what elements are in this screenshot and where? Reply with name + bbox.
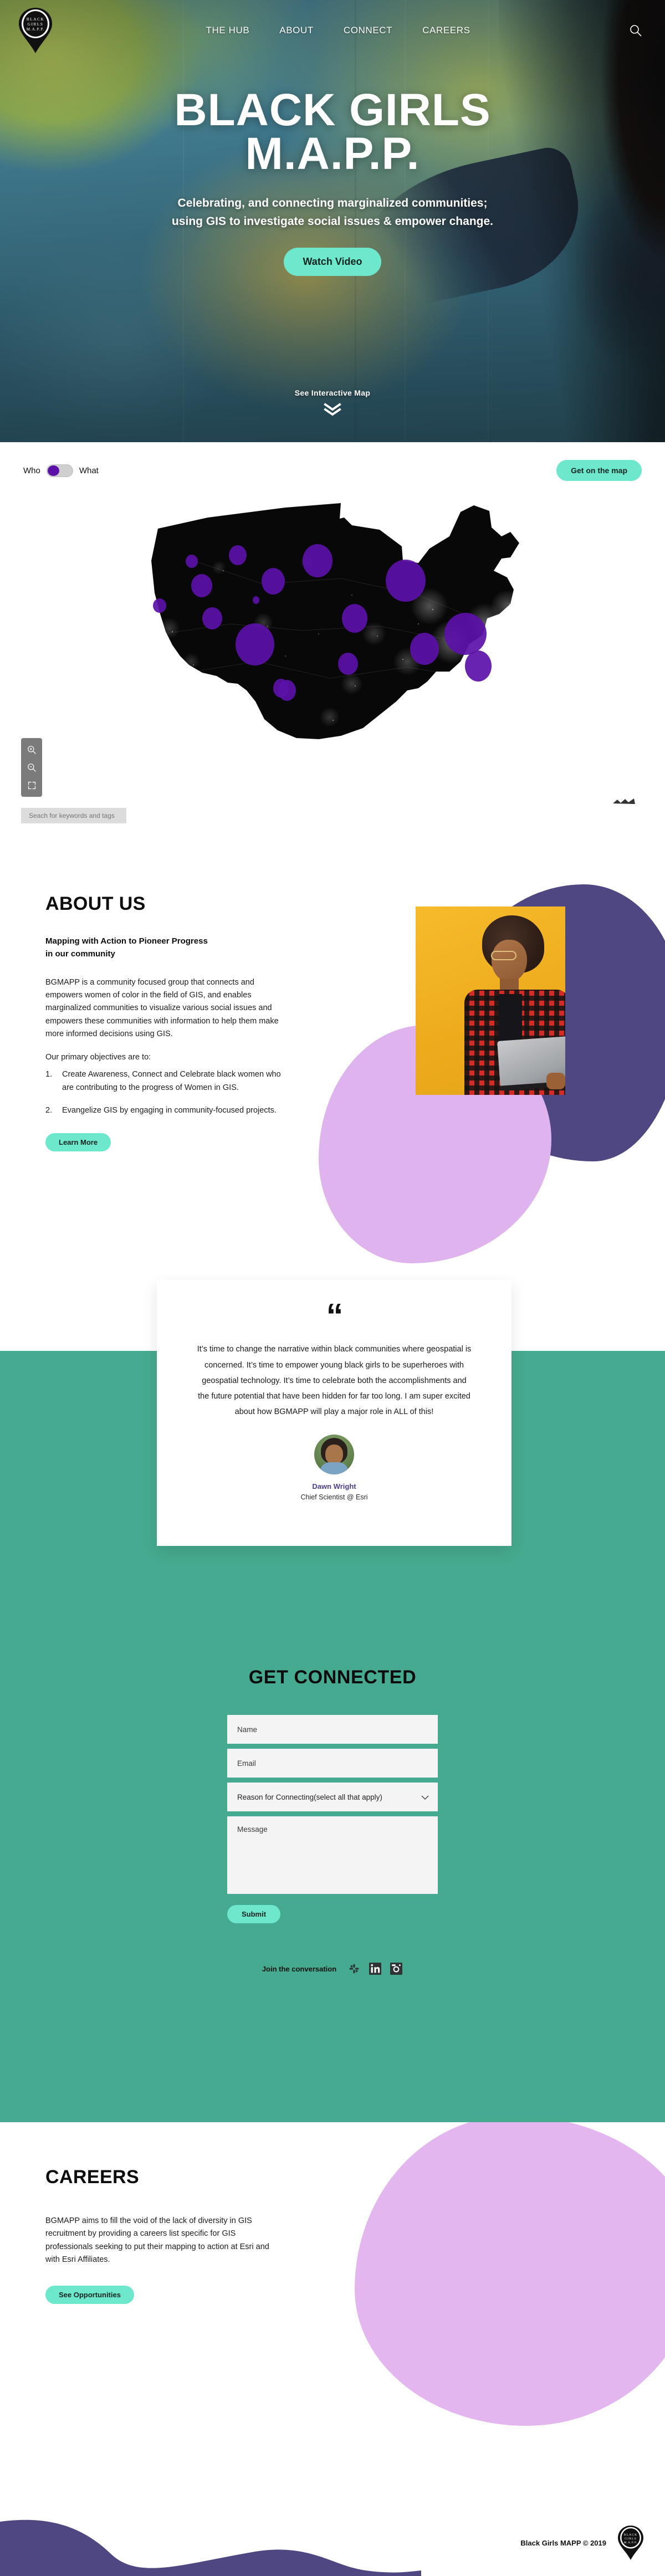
objective-number: 1. xyxy=(45,1070,53,1079)
site-footer: Black Girls MAPP © 2019 BLACK GIRLS M.A.… xyxy=(0,2471,665,2576)
hero-subtitle-line-2: using GIS to investigate social issues &… xyxy=(171,214,493,228)
footer-logo[interactable]: BLACK GIRLS M.A.P.P. xyxy=(616,2525,645,2560)
nav-item-about[interactable]: ABOUT xyxy=(279,25,314,36)
list-item: 1. Create Awareness, Connect and Celebra… xyxy=(45,1068,289,1094)
site-logo[interactable]: BLACK GIRLS M.A.P.P. xyxy=(17,7,54,54)
instagram-icon[interactable] xyxy=(390,1962,403,1975)
linkedin-icon[interactable] xyxy=(369,1962,382,1975)
objective-text: Create Awareness, Connect and Celebrate … xyxy=(62,1070,281,1092)
toggle-label-who: Who xyxy=(23,465,40,475)
reason-select[interactable]: Reason for Connecting (select all that a… xyxy=(227,1783,438,1811)
about-paragraph: BGMAPP is a community focused group that… xyxy=(45,977,279,1039)
slack-icon[interactable] xyxy=(347,1962,361,1975)
testimonial-card: “ It’s time to change the narrative with… xyxy=(157,1280,511,1546)
decorative-dark-purple-wave xyxy=(0,2519,421,2576)
about-tagline-line-2: in our community xyxy=(45,949,115,959)
see-opportunities-button[interactable]: See Opportunities xyxy=(45,2285,134,2304)
get-on-the-map-button[interactable]: Get on the map xyxy=(556,460,642,481)
about-body: BGMAPP is a community focused group that… xyxy=(45,976,289,1118)
hero-section: BLACK GIRLS M.A.P.P. THE HUB ABOUT CONNE… xyxy=(0,0,665,442)
careers-body: BGMAPP aims to fill the void of the lack… xyxy=(45,2216,269,2265)
about-tagline-line-1: Mapping with Action to Pioneer Progress xyxy=(45,936,208,946)
map-controls xyxy=(21,738,42,797)
main-navigation: BLACK GIRLS M.A.P.P. THE HUB ABOUT CONNE… xyxy=(0,0,665,61)
testimonial-section: “ It’s time to change the narrative with… xyxy=(0,1280,665,1635)
connect-heading: GET CONNECTED xyxy=(248,1667,417,1688)
name-input[interactable] xyxy=(227,1715,438,1744)
about-objectives-intro: Our primary objectives are to: xyxy=(45,1052,151,1062)
chevron-down-icon[interactable] xyxy=(421,1794,429,1802)
see-interactive-map-link[interactable]: See Interactive Map xyxy=(0,388,665,397)
careers-content: CAREERS BGMAPP aims to fill the void of … xyxy=(45,2167,284,2304)
nav-item-careers[interactable]: CAREERS xyxy=(422,25,470,36)
about-heading: ABOUT US xyxy=(45,893,146,914)
quote-mark-icon: “ xyxy=(326,1297,344,1335)
map-canvas[interactable] xyxy=(0,495,665,761)
who-what-toggle[interactable]: Who What xyxy=(23,464,99,477)
social-label: Join the conversation xyxy=(262,1964,337,1973)
message-textarea[interactable] xyxy=(227,1816,438,1894)
hero-title-line-1: BLACK GIRLS xyxy=(174,85,491,135)
svg-text:M.A.P.P.: M.A.P.P. xyxy=(27,27,45,32)
footer-brand: Black Girls MAPP © 2019 BLACK GIRLS M.A.… xyxy=(520,2525,645,2560)
who-what-switch[interactable] xyxy=(46,464,73,477)
connect-form: Reason for Connecting (select all that a… xyxy=(227,1715,438,1923)
search-icon[interactable] xyxy=(630,24,642,37)
interactive-map-section: Who What Get on the map xyxy=(0,442,665,859)
toggle-knob xyxy=(47,465,59,476)
list-item: 2. Evangelize GIS by engaging in communi… xyxy=(45,1104,289,1117)
hero-title-line-2: M.A.P.P. xyxy=(245,128,420,179)
testimonial-text: It’s time to change the narrative within… xyxy=(197,1345,472,1417)
toggle-label-what: What xyxy=(79,465,99,475)
svg-text:GIRLS: GIRLS xyxy=(28,22,44,27)
testimonial-author-name[interactable]: Dawn Wright xyxy=(196,1482,473,1491)
nav-item-connect[interactable]: CONNECT xyxy=(344,25,392,36)
us-nightlights-map xyxy=(151,503,519,739)
map-attribution-mark xyxy=(612,797,636,806)
decorative-lavender-blob-careers xyxy=(355,2122,665,2426)
map-search-input[interactable] xyxy=(21,808,126,823)
about-content: ABOUT US Mapping with Action to Pioneer … xyxy=(45,893,306,1151)
copyright-text: Black Girls MAPP © 2019 xyxy=(520,2538,606,2547)
svg-text:BLACK: BLACK xyxy=(624,2533,637,2537)
watch-video-button[interactable]: Watch Video xyxy=(284,247,381,276)
nav-item-the-hub[interactable]: THE HUB xyxy=(206,25,249,36)
about-objectives-list: 1. Create Awareness, Connect and Celebra… xyxy=(45,1068,289,1117)
about-photo xyxy=(416,907,565,1095)
hero-scroll-cue[interactable]: See Interactive Map xyxy=(0,388,665,419)
avatar xyxy=(314,1434,354,1474)
careers-heading: CAREERS xyxy=(45,2167,140,2188)
about-tagline: Mapping with Action to Pioneer Progress … xyxy=(45,935,306,961)
fullscreen-icon[interactable] xyxy=(21,777,42,793)
careers-section: CAREERS BGMAPP aims to fill the void of … xyxy=(0,2122,665,2471)
testimonial-author-role: Chief Scientist @ Esri xyxy=(300,1493,368,1501)
svg-text:BLACK: BLACK xyxy=(27,17,44,22)
chevron-double-down-icon[interactable] xyxy=(0,403,665,419)
objective-text: Evangelize GIS by engaging in community-… xyxy=(62,1106,277,1115)
reason-select-label: Reason for Connecting xyxy=(237,1793,314,1801)
zoom-in-icon[interactable] xyxy=(21,741,42,758)
hero-subtitle-line-1: Celebrating, and connecting marginalized… xyxy=(177,197,488,210)
objective-number: 2. xyxy=(45,1106,53,1115)
svg-text:M.A.P.P.: M.A.P.P. xyxy=(624,2541,638,2544)
learn-more-button[interactable]: Learn More xyxy=(45,1133,111,1151)
reason-select-hint: (select all that apply) xyxy=(314,1793,382,1801)
zoom-out-icon[interactable] xyxy=(21,759,42,776)
submit-button[interactable]: Submit xyxy=(227,1905,281,1923)
nav-links: THE HUB ABOUT CONNECT CAREERS xyxy=(195,25,470,36)
social-links: Join the conversation xyxy=(0,1962,665,1975)
hero-content: BLACK GIRLS M.A.P.P. Celebrating, and co… xyxy=(0,88,665,276)
map-toolbar: Who What Get on the map xyxy=(0,460,665,481)
hero-subtitle: Celebrating, and connecting marginalized… xyxy=(0,194,665,231)
svg-text:GIRLS: GIRLS xyxy=(625,2537,637,2541)
email-input[interactable] xyxy=(227,1749,438,1778)
page-title: BLACK GIRLS M.A.P.P. xyxy=(0,88,665,179)
connect-section: GET CONNECTED Reason for Connecting (sel… xyxy=(0,1635,665,2122)
about-section: ABOUT US Mapping with Action to Pioneer … xyxy=(0,859,665,1280)
